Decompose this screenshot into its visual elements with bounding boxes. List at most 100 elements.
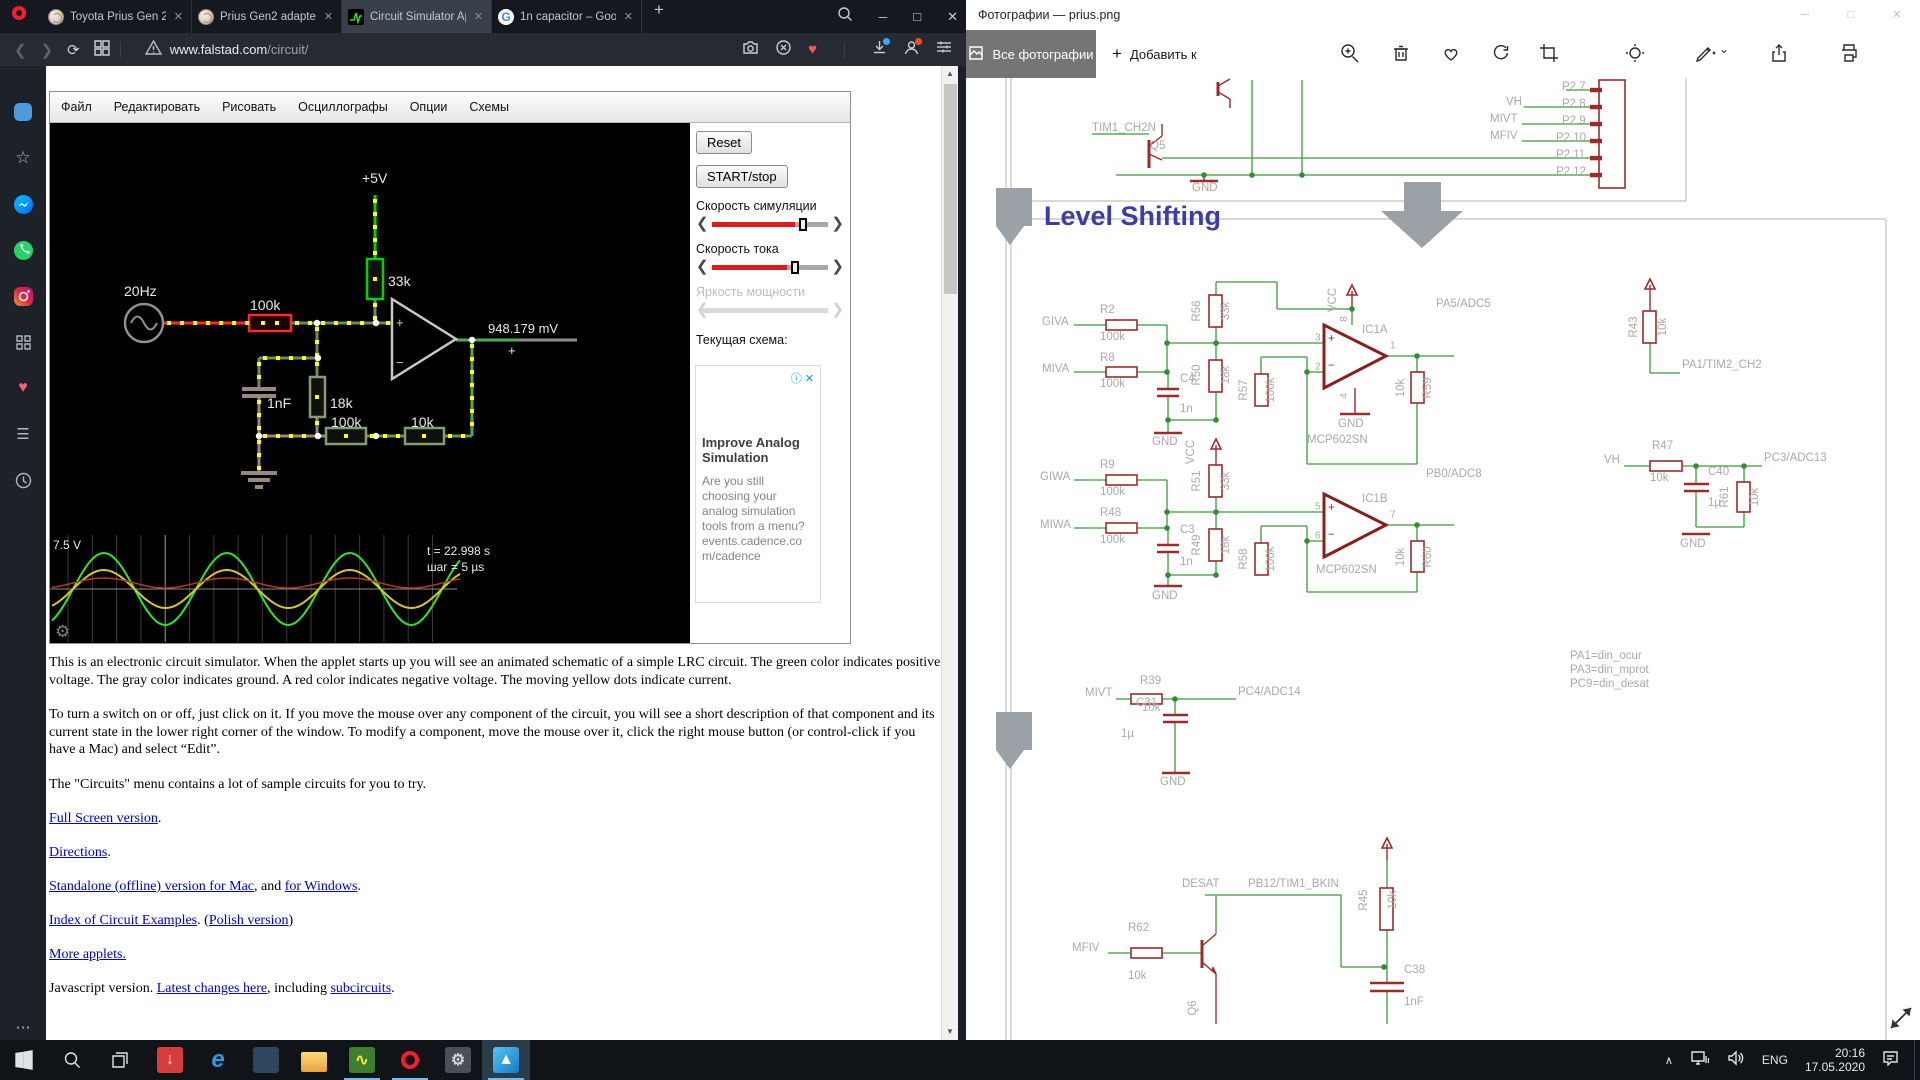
link[interactable]: Standalone (offline) version for Mac	[49, 879, 254, 894]
network-icon[interactable]	[1691, 1050, 1709, 1071]
start-button[interactable]	[0, 1040, 47, 1080]
menu-5[interactable]: Опции	[399, 100, 459, 114]
tab-close-icon[interactable]: ✕	[472, 10, 485, 23]
ad-close-icon[interactable]: ✕	[805, 373, 814, 385]
menu-6[interactable]: Схемы	[458, 100, 520, 114]
profile-icon[interactable]	[904, 40, 919, 60]
taskbar-app-circuit-app[interactable]: ∿	[338, 1040, 386, 1080]
crop-icon[interactable]	[1538, 42, 1562, 66]
speed-dial-icon[interactable]	[94, 40, 110, 60]
taskbar-app-media-app[interactable]	[242, 1040, 290, 1080]
sidebar-item-bookmarks-star[interactable]: ☆	[0, 138, 46, 178]
sidebar-item-workspace[interactable]	[0, 92, 46, 132]
schematic-label: P2.11	[1556, 149, 1585, 161]
photos-minimize-button[interactable]: ─	[1782, 0, 1828, 30]
slider-thumb[interactable]	[799, 218, 807, 231]
print-icon[interactable]	[1838, 42, 1862, 66]
page-scrollbar[interactable]: ▲ ▼	[941, 66, 958, 1040]
link[interactable]: Polish version	[209, 913, 289, 928]
tab-close-icon[interactable]: ✕	[622, 10, 635, 23]
taskbar-search-icon[interactable]	[48, 1040, 95, 1080]
link[interactable]: Full Screen version	[49, 811, 158, 826]
menu-1[interactable]: Файл	[50, 100, 103, 114]
forward-icon[interactable]: ❯	[41, 41, 54, 59]
menu-4[interactable]: Осциллографы	[287, 100, 399, 114]
sidebar-more-icon[interactable]: ⋯	[0, 1018, 46, 1036]
slider-thumb[interactable]	[791, 261, 799, 274]
taskbar-app-utility-app[interactable]: ⚙	[434, 1040, 482, 1080]
sidebar-item-history-clock[interactable]	[0, 460, 46, 500]
tab-3[interactable]: Circuit Simulator Apple✕	[342, 0, 492, 33]
sidebar-item-speed-dial-grid[interactable]	[0, 322, 46, 362]
maximize-button[interactable]: □	[913, 9, 921, 24]
minimize-button[interactable]: ─	[879, 10, 888, 24]
downloads-icon[interactable]	[872, 40, 887, 60]
scope-settings-gear-icon[interactable]: ⚙	[55, 622, 70, 641]
slider-3[interactable]: ❮❯	[696, 301, 844, 319]
site-warning-icon[interactable]	[145, 40, 162, 59]
tab-4[interactable]: G1n capacitor – Google✕	[492, 0, 642, 33]
enhance-icon[interactable]	[1624, 42, 1648, 66]
more-icon[interactable]	[1888, 42, 1912, 66]
taskbar-clock[interactable]: 20:16 17.05.2020	[1805, 1046, 1865, 1074]
taskbar-app-file-explorer[interactable]	[290, 1040, 338, 1080]
circuit-canvas[interactable]: ⚙+5V33k20Hz100k948.179 mV+1nF18k100k10k+…	[50, 123, 690, 643]
tray-expand-icon[interactable]: ∧	[1665, 1054, 1673, 1067]
schematic-image[interactable]: TIM1_CH2NQ5VHMIVTMFIVP2.7P2.8P2.9P2.10P2…	[966, 78, 1920, 1040]
start-stop-button[interactable]: START/stop	[696, 165, 788, 188]
menu-3[interactable]: Рисовать	[211, 100, 287, 114]
reload-icon[interactable]: ⟳	[67, 41, 80, 59]
link[interactable]: for Windows	[285, 879, 358, 894]
sidebar-item-favorites-heart[interactable]: ♥	[0, 368, 46, 408]
new-tab-button[interactable]: +	[642, 0, 676, 33]
tab-close-icon[interactable]: ✕	[172, 10, 185, 23]
language-indicator[interactable]: ENG	[1762, 1053, 1788, 1067]
address-bar[interactable]: www.falstad.com/circuit/	[170, 42, 309, 57]
taskbar-app-edge[interactable]: e	[194, 1040, 242, 1080]
reset-button[interactable]: Reset	[696, 131, 752, 154]
zoom-icon[interactable]	[1338, 42, 1362, 66]
search-icon[interactable]	[837, 6, 853, 27]
adblock-icon[interactable]	[776, 40, 791, 60]
settings-tune-icon[interactable]	[936, 40, 952, 59]
photos-maximize-button[interactable]: □	[1828, 0, 1874, 30]
favorite-icon[interactable]	[1440, 42, 1464, 66]
link[interactable]: subcircuits	[330, 981, 391, 996]
back-icon[interactable]: ❮	[14, 41, 27, 59]
sidebar-item-messenger[interactable]	[0, 184, 46, 224]
delete-icon[interactable]	[1390, 42, 1414, 66]
close-button[interactable]: ✕	[947, 9, 958, 25]
tab-1[interactable]: Toyota Prius Gen 2 Inve✕	[42, 0, 192, 33]
menu-2[interactable]: Редактировать	[103, 100, 211, 114]
taskbar-app-opera[interactable]	[386, 1040, 434, 1080]
slider-1[interactable]: ❮❯	[696, 215, 844, 233]
scroll-thumb[interactable]	[944, 84, 957, 294]
link[interactable]: More applets.	[49, 947, 126, 962]
snapshot-camera-icon[interactable]	[742, 40, 759, 59]
edit-create-icon[interactable]: ⌄	[1694, 42, 1718, 66]
sidebar-item-reading-list[interactable]: ☰	[0, 414, 46, 454]
slider-2[interactable]: ❮❯	[696, 258, 844, 276]
sidebar-item-whatsapp[interactable]	[0, 230, 46, 270]
action-center-icon[interactable]	[1882, 1050, 1899, 1071]
sidebar-item-instagram[interactable]	[0, 276, 46, 316]
scroll-down-icon[interactable]: ▼	[942, 1024, 958, 1040]
tab-2[interactable]: Prius Gen2 adapter bo✕	[192, 0, 342, 33]
link[interactable]: Index of Circuit Examples	[49, 913, 197, 928]
link[interactable]: Latest changes here	[157, 981, 267, 996]
bookmark-heart-icon[interactable]: ♥	[808, 41, 817, 58]
photos-close-button[interactable]: ✕	[1874, 0, 1920, 30]
scroll-up-icon[interactable]: ▲	[942, 66, 958, 82]
link[interactable]: Directions	[49, 845, 107, 860]
taskbar-app-download-manager[interactable]: ↓	[146, 1040, 194, 1080]
share-icon[interactable]	[1768, 42, 1792, 66]
opera-logo-icon[interactable]	[12, 6, 26, 20]
ad-info-icon[interactable]: ⓘ	[791, 373, 802, 385]
volume-icon[interactable]	[1727, 1050, 1744, 1071]
rotate-icon[interactable]	[1490, 42, 1514, 66]
taskbar-app-photos[interactable]: ▲	[482, 1040, 530, 1080]
ad-box[interactable]: ⓘ ✕ Improve Analog Simulation Are you st…	[695, 365, 821, 603]
show-desktop-button[interactable]	[1914, 1040, 1920, 1080]
tab-close-icon[interactable]: ✕	[322, 10, 335, 23]
task-view-icon[interactable]	[96, 1040, 143, 1080]
